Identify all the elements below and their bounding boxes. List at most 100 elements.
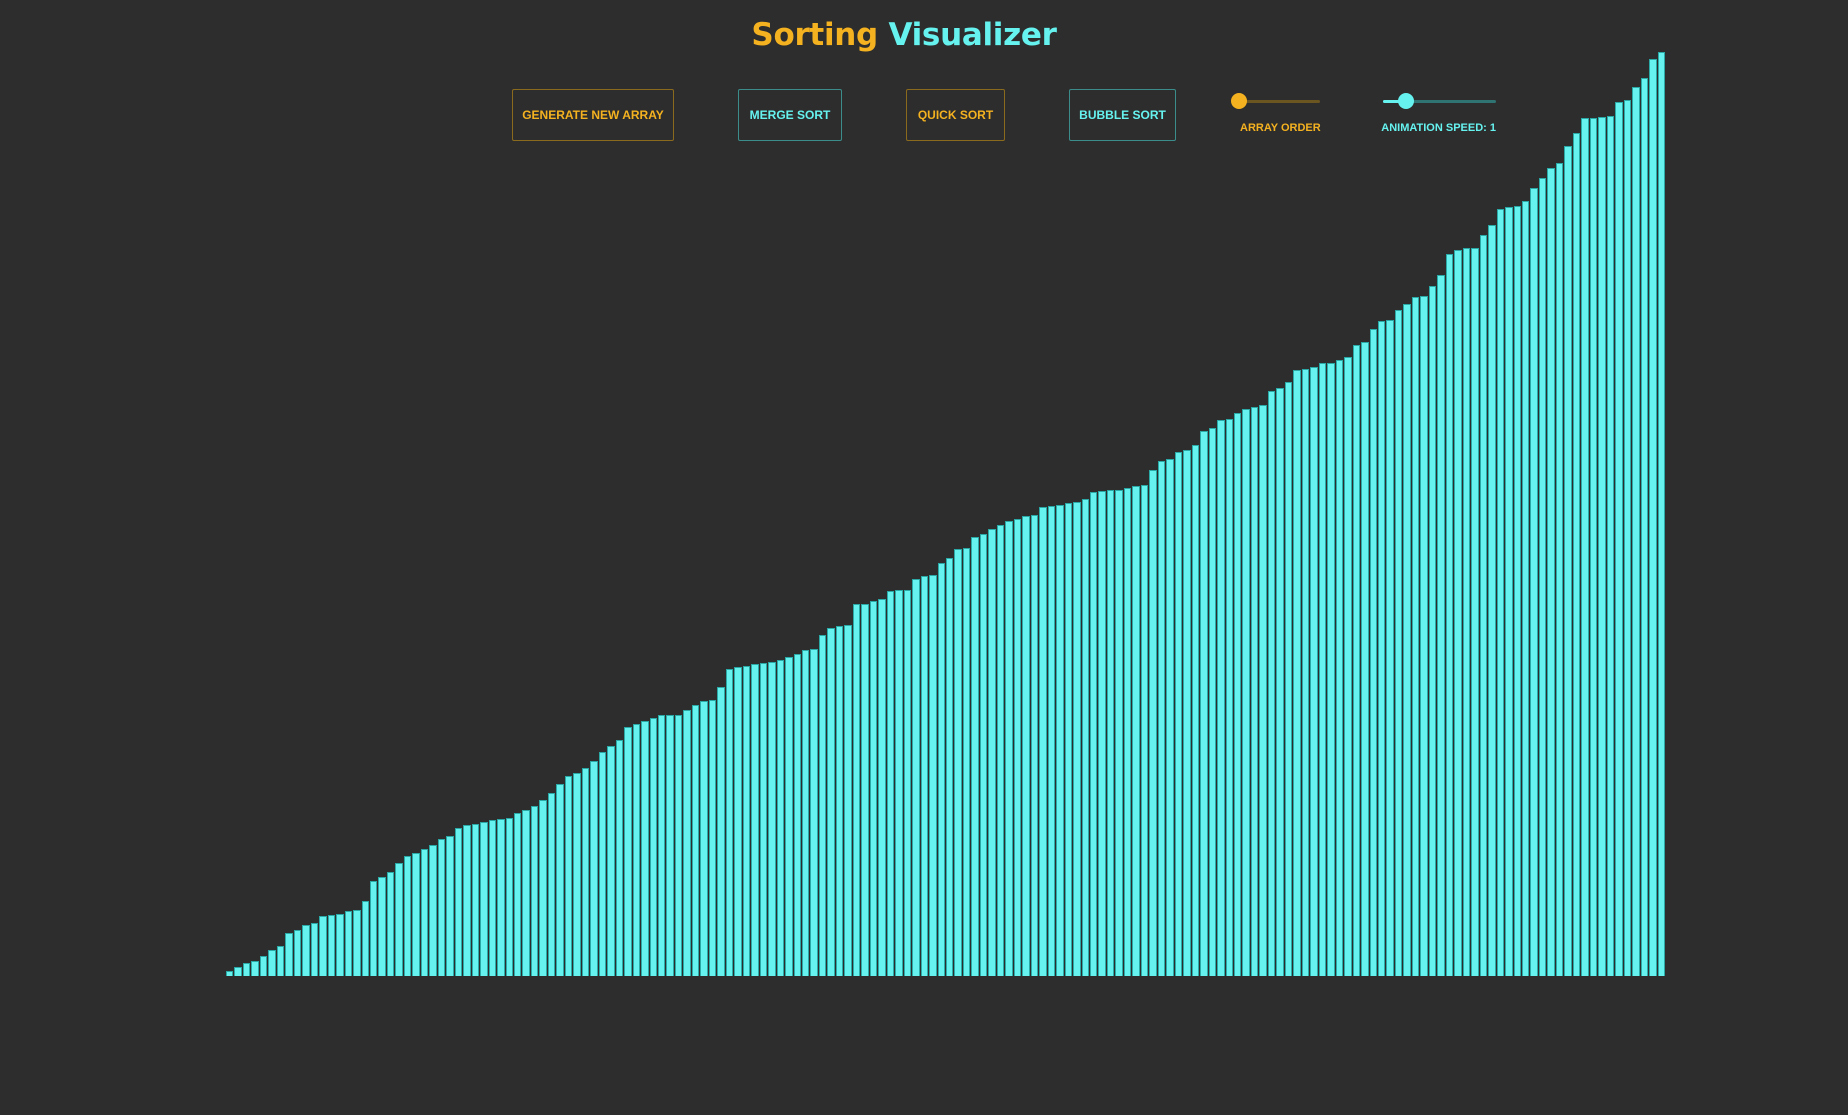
- array-bar: [1234, 413, 1242, 976]
- array-bar: [734, 667, 742, 976]
- array-bar: [1606, 116, 1615, 976]
- array-bar: [1513, 206, 1521, 976]
- array-bar: [598, 752, 607, 976]
- array-bar: [293, 930, 302, 976]
- array-bar: [996, 525, 1005, 976]
- array-bar: [929, 575, 937, 976]
- array-bar: [818, 635, 827, 976]
- bubble-sort-button[interactable]: BUBBLE SORT: [1069, 89, 1176, 141]
- array-bar: [1140, 485, 1149, 976]
- array-bar: [869, 601, 878, 976]
- array-bar: [1217, 420, 1225, 976]
- array-bar: [1369, 329, 1377, 976]
- array-bar: [903, 590, 912, 976]
- array-bar: [607, 746, 615, 976]
- generate-new-array-button[interactable]: GENERATE NEW ARRAY: [512, 89, 674, 141]
- array-bar: [259, 956, 268, 976]
- array-bar: [1420, 296, 1428, 976]
- array-bar: [1462, 248, 1471, 976]
- quick-sort-button[interactable]: QUICK SORT: [906, 89, 1005, 141]
- array-bar: [547, 793, 556, 976]
- array-bar: [1344, 357, 1352, 976]
- array-bar: [1166, 459, 1174, 976]
- array-bar: [1454, 250, 1462, 976]
- array-bar: [810, 649, 818, 976]
- array-bar: [649, 718, 657, 976]
- array-bar: [1106, 490, 1115, 976]
- array-bar: [1200, 431, 1208, 976]
- array-bar: [912, 579, 920, 976]
- array-bar: [1132, 486, 1140, 976]
- array-bar: [336, 914, 344, 976]
- array-bar: [1250, 407, 1259, 976]
- array-bar: [556, 784, 564, 976]
- array-bar: [1301, 369, 1310, 976]
- array-bar: [1047, 506, 1056, 976]
- array-bar: [590, 761, 598, 976]
- array-bar: [946, 558, 954, 976]
- array-bar: [344, 911, 353, 976]
- array-bar: [658, 715, 666, 976]
- array-bar: [1572, 133, 1581, 976]
- array-bar: [861, 604, 869, 976]
- array-bar: [1293, 370, 1301, 976]
- array-bar: [1378, 321, 1386, 976]
- array-bar: [420, 849, 429, 976]
- array-bar: [920, 576, 929, 976]
- array-bar: [852, 604, 861, 976]
- array-bar: [276, 946, 285, 976]
- array-bar: [530, 806, 539, 976]
- array-bar: [1123, 488, 1132, 976]
- array-bar: [1615, 102, 1623, 976]
- array-bar: [624, 727, 632, 976]
- merge-sort-button[interactable]: MERGE SORT: [738, 89, 842, 141]
- array-bar: [480, 822, 488, 976]
- array-bar: [1394, 310, 1403, 976]
- array-bar: [1276, 388, 1284, 976]
- array-bar: [700, 701, 708, 976]
- array-order-slider[interactable]: [1231, 92, 1320, 110]
- array-bar: [1361, 342, 1369, 976]
- array-bar: [1496, 209, 1505, 976]
- array-bar: [242, 963, 251, 976]
- array-bar: [691, 705, 700, 976]
- array-bar: [827, 628, 835, 976]
- array-bar: [437, 839, 446, 976]
- array-bar: [971, 537, 979, 976]
- array-bar: [1327, 363, 1335, 976]
- array-bar: [1411, 297, 1420, 976]
- array-bar: [1471, 248, 1479, 976]
- array-bar: [514, 813, 522, 976]
- array-bar: [1589, 118, 1598, 976]
- array-order-slider-track: [1239, 100, 1320, 103]
- array-bar: [361, 901, 369, 976]
- array-bar: [954, 549, 962, 976]
- array-bar: [429, 845, 437, 976]
- array-bar: [505, 818, 513, 976]
- array-bar: [1013, 519, 1022, 976]
- animation-speed-slider-thumb[interactable]: [1397, 93, 1414, 109]
- array-bar: [403, 856, 412, 976]
- animation-speed-slider[interactable]: [1383, 92, 1496, 110]
- array-bar: [1428, 286, 1437, 976]
- array-bar: [1149, 470, 1157, 976]
- array-bar: [641, 721, 649, 976]
- array-order-slider-thumb[interactable]: [1231, 93, 1247, 109]
- array-bar: [251, 961, 259, 976]
- array-bar: [1267, 391, 1276, 976]
- array-bar: [1547, 168, 1555, 976]
- array-bar: [378, 877, 386, 976]
- array-bar: [1259, 405, 1267, 976]
- array-bar: [1005, 521, 1013, 976]
- array-bar: [1581, 118, 1589, 976]
- array-bar: [1310, 367, 1318, 976]
- array-bar: [1318, 363, 1327, 976]
- array-bar: [327, 915, 336, 976]
- array-bar: [1640, 78, 1649, 976]
- array-bar: [471, 824, 480, 976]
- title-word-visualizer: Visualizer: [888, 17, 1057, 53]
- sorting-visualizer-app: Sorting Visualizer GENERATE NEW ARRAY ME…: [0, 0, 1848, 1115]
- array-bar: [302, 925, 310, 976]
- array-bar: [979, 534, 988, 976]
- array-bar: [785, 657, 793, 976]
